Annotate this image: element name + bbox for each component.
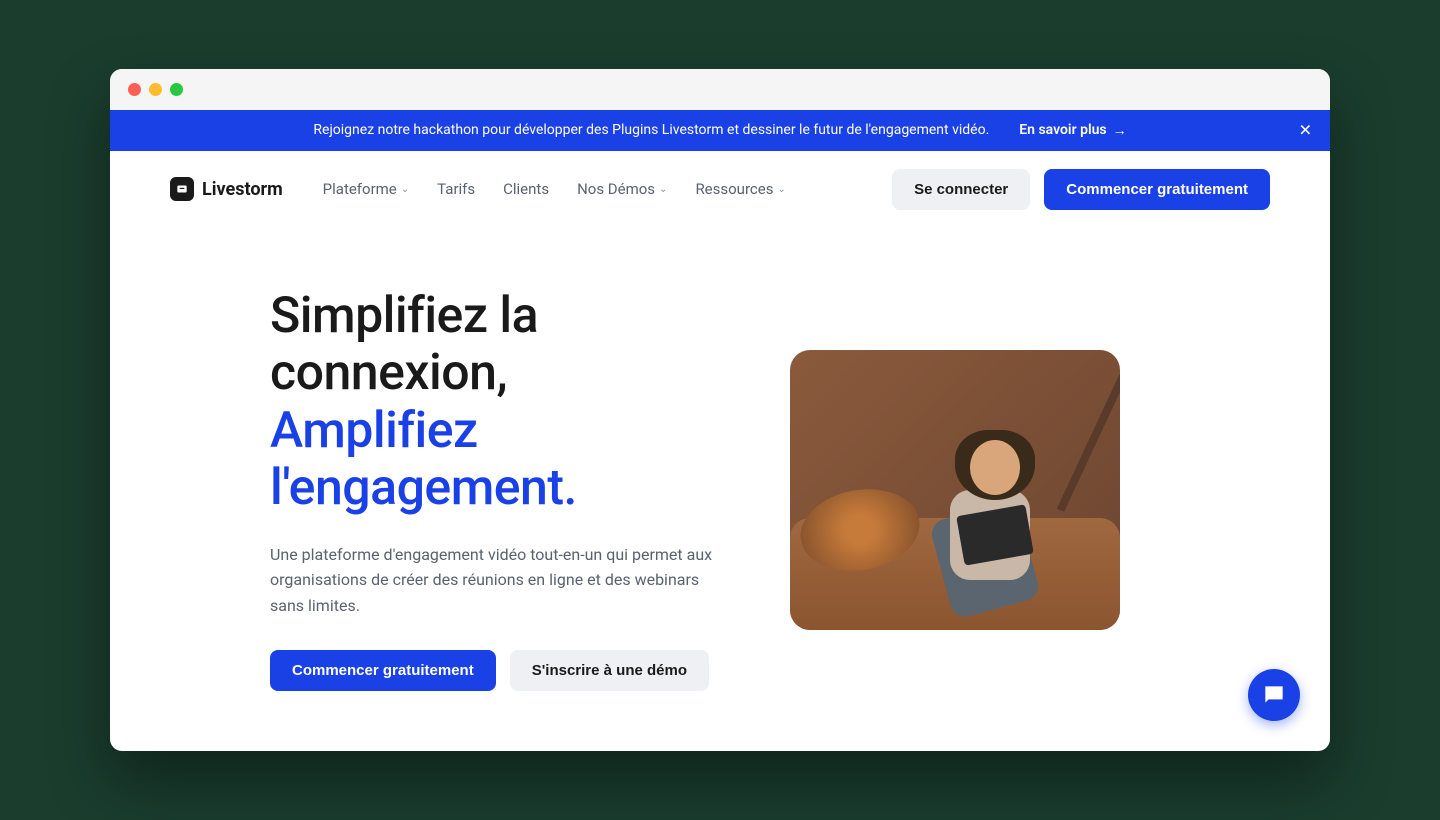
chat-widget-button[interactable] bbox=[1248, 669, 1300, 721]
hero-title-line1: Simplifiez la connexion, bbox=[270, 287, 538, 403]
brand-name: Livestorm bbox=[202, 179, 283, 200]
nav-actions: Se connecter Commencer gratuitement bbox=[892, 169, 1270, 210]
hero-ctas: Commencer gratuitement S'inscrire à une … bbox=[270, 650, 730, 691]
window-minimize-icon[interactable] bbox=[149, 83, 162, 96]
hero-title: Simplifiez la connexion, Amplifiez l'eng… bbox=[270, 288, 730, 518]
login-button[interactable]: Se connecter bbox=[892, 169, 1030, 210]
close-icon[interactable]: ✕ bbox=[1299, 121, 1312, 140]
hero-text: Simplifiez la connexion, Amplifiez l'eng… bbox=[270, 288, 730, 692]
hero-secondary-cta[interactable]: S'inscrire à une démo bbox=[510, 650, 709, 691]
brand-logo[interactable]: Livestorm bbox=[170, 177, 283, 201]
navbar: Livestorm Plateforme ⌄ Tarifs Clients No… bbox=[110, 151, 1330, 228]
nav-item-tarifs[interactable]: Tarifs bbox=[437, 180, 475, 198]
hero-section: Simplifiez la connexion, Amplifiez l'eng… bbox=[110, 228, 1330, 752]
announcement-text: Rejoignez notre hackathon pour développe… bbox=[313, 122, 989, 138]
nav-item-plateforme[interactable]: Plateforme ⌄ bbox=[323, 180, 409, 198]
announcement-link-label: En savoir plus bbox=[1019, 122, 1106, 138]
chevron-down-icon: ⌄ bbox=[777, 184, 785, 195]
hero-subtitle: Une plateforme d'engagement vidéo tout-e… bbox=[270, 542, 730, 619]
logo-mark-icon bbox=[170, 177, 194, 201]
hero-title-line2: Amplifiez l'engagement. bbox=[270, 402, 577, 518]
hero-image bbox=[790, 350, 1120, 630]
chevron-down-icon: ⌄ bbox=[659, 184, 667, 195]
browser-window: Rejoignez notre hackathon pour développe… bbox=[110, 69, 1330, 752]
chevron-down-icon: ⌄ bbox=[401, 184, 409, 195]
signup-button[interactable]: Commencer gratuitement bbox=[1044, 169, 1270, 210]
chat-icon bbox=[1261, 682, 1287, 708]
nav-item-demos[interactable]: Nos Démos ⌄ bbox=[577, 180, 667, 198]
nav-item-clients[interactable]: Clients bbox=[503, 180, 549, 198]
nav-item-ressources[interactable]: Ressources ⌄ bbox=[695, 180, 785, 198]
hero-primary-cta[interactable]: Commencer gratuitement bbox=[270, 650, 496, 691]
arrow-right-icon: → bbox=[1113, 122, 1127, 139]
window-maximize-icon[interactable] bbox=[170, 83, 183, 96]
nav-links: Plateforme ⌄ Tarifs Clients Nos Démos ⌄ … bbox=[323, 180, 786, 198]
announcement-link[interactable]: En savoir plus → bbox=[1019, 122, 1126, 139]
window-close-icon[interactable] bbox=[128, 83, 141, 96]
browser-chrome bbox=[110, 69, 1330, 110]
page-content: Rejoignez notre hackathon pour développe… bbox=[110, 110, 1330, 752]
announcement-bar: Rejoignez notre hackathon pour développe… bbox=[110, 110, 1330, 151]
